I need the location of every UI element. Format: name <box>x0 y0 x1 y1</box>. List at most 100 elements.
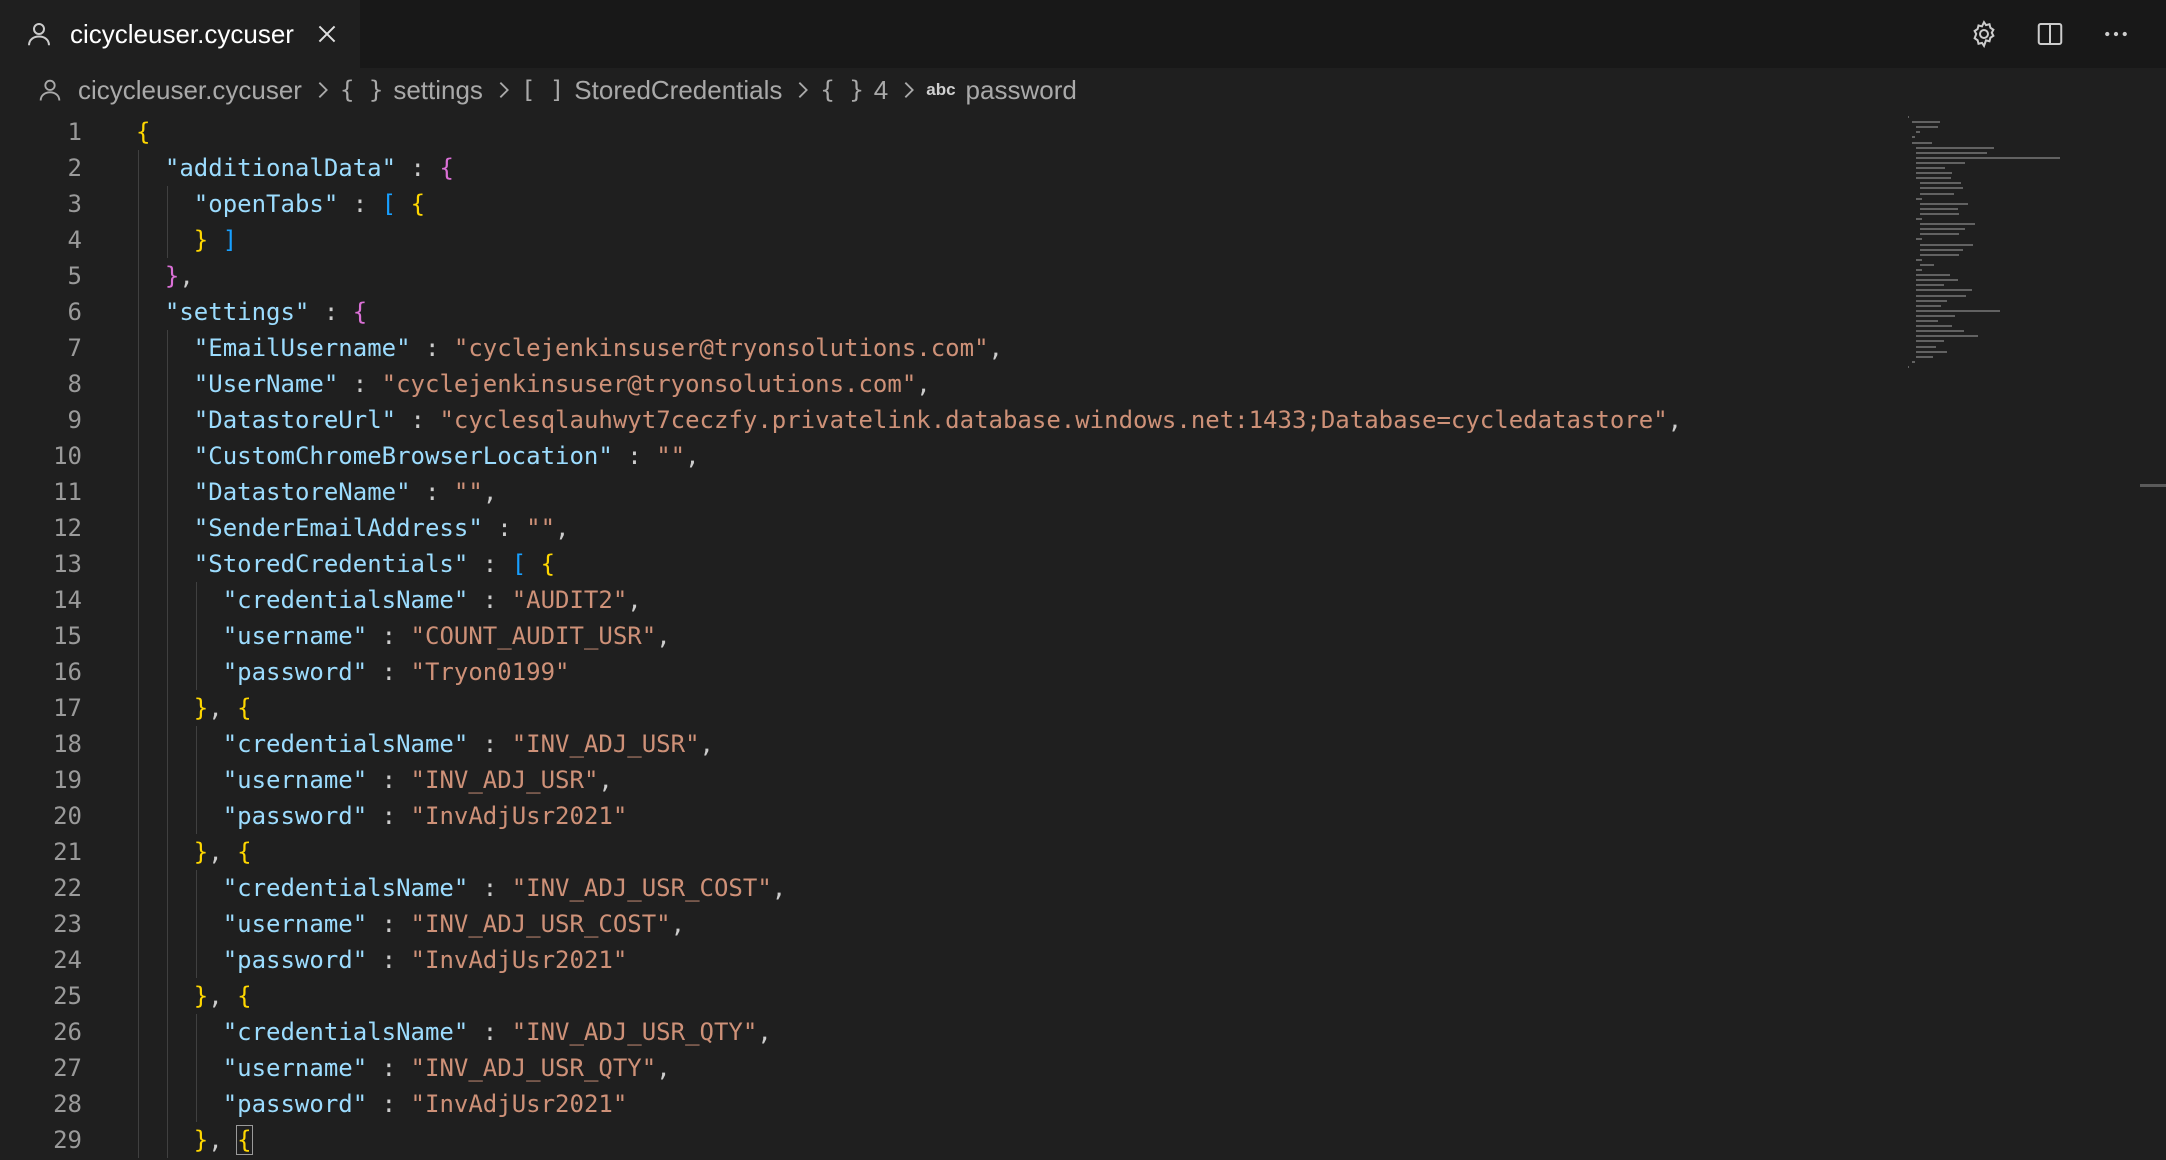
code-line[interactable]: 17}, { <box>0 690 1900 726</box>
code-line[interactable]: 14 "credentialsName" : "AUDIT2", <box>0 582 1900 618</box>
code-line[interactable]: 10 "CustomChromeBrowserLocation" : "", <box>0 438 1900 474</box>
code-text: "username" : "INV_ADJ_USR_COST", <box>223 906 685 942</box>
code-line[interactable]: 23 "username" : "INV_ADJ_USR_COST", <box>0 906 1900 942</box>
code-token: "INV_ADJ_USR_COST" <box>511 874 772 902</box>
code-line[interactable]: 28 "password" : "InvAdjUsr2021" <box>0 1086 1900 1122</box>
code-token: "INV_ADJ_USR_COST" <box>410 910 671 938</box>
code-token: , <box>670 910 686 938</box>
code-line[interactable]: 24 "password" : "InvAdjUsr2021" <box>0 942 1900 978</box>
code-token: } <box>164 262 180 290</box>
code-token: } <box>193 694 209 722</box>
code-token: { <box>237 982 252 1010</box>
tab-cicycleuser[interactable]: cicycleuser.cycuser <box>0 0 360 68</box>
minimap-line <box>1916 161 1965 164</box>
code-line[interactable]: 5}, <box>0 258 1900 294</box>
code-token: "DatastoreUrl" <box>193 406 397 434</box>
tab-label: cicycleuser.cycuser <box>70 18 294 49</box>
breadcrumb-item-4[interactable]: { } 4 <box>820 75 888 106</box>
minimap-line <box>1916 335 1978 338</box>
code-token: : <box>367 766 411 794</box>
code-line[interactable]: 20 "password" : "InvAdjUsr2021" <box>0 798 1900 834</box>
code-line[interactable]: 11 "DatastoreName" : "", <box>0 474 1900 510</box>
minimap-line <box>1912 141 1932 144</box>
code-token: "DatastoreName" <box>193 478 411 506</box>
code-token: , <box>482 478 498 506</box>
scrollbar-thumb[interactable] <box>2140 484 2166 487</box>
breadcrumb-item-storedcredentials[interactable]: [ ] StoredCredentials <box>521 75 782 106</box>
indent-guide <box>138 150 139 1158</box>
code-token: : <box>367 1090 411 1118</box>
code-token: , <box>916 370 931 398</box>
code-line[interactable]: 4} ] <box>0 222 1900 258</box>
code-line[interactable]: 9 "DatastoreUrl" : "cyclesqlauhwyt7ceczfy… <box>0 402 1900 438</box>
minimap-line <box>1916 320 1939 322</box>
gear-icon <box>1973 20 1995 49</box>
code-line[interactable]: 13 "StoredCredentials" : [ { <box>0 546 1900 582</box>
line-number: 10 <box>53 442 82 470</box>
code-text: { <box>136 114 150 150</box>
array-symbol-icon: [ ] <box>520 76 565 104</box>
code-line[interactable]: 22 "credentialsName" : "INV_ADJ_USR_COST"… <box>0 870 1900 906</box>
code-line[interactable]: 8 "UserName" : "cyclejenkinsuser@tryonsol… <box>0 366 1900 402</box>
code-token: "CustomChromeBrowserLocation" <box>193 442 613 470</box>
code-line[interactable]: 3 "openTabs" : [ { <box>0 186 1900 222</box>
code-line[interactable]: 6 "settings" : { <box>0 294 1900 330</box>
line-number: 13 <box>53 550 82 578</box>
code-line[interactable]: 19 "username" : "INV_ADJ_USR", <box>0 762 1900 798</box>
code-token: "cyclejenkinsuser@tryonsolutions.com" <box>381 370 917 398</box>
code-line[interactable]: 21}, { <box>0 834 1900 870</box>
code-line[interactable]: 12 "SenderEmailAddress" : "", <box>0 510 1900 546</box>
minimap[interactable] <box>1900 112 2140 372</box>
code-text: "username" : "INV_ADJ_USR_QTY", <box>223 1050 671 1086</box>
code-token: "StoredCredentials" <box>193 550 469 578</box>
code-text: "username" : "COUNT_AUDIT_USR", <box>223 618 671 654</box>
code-token: "openTabs" <box>193 190 339 218</box>
code-line[interactable]: 2 "additionalData" : { <box>0 150 1900 186</box>
code-line[interactable]: 1{ <box>0 114 1900 150</box>
code-token: , <box>179 262 194 290</box>
code-token: "InvAdjUsr2021" <box>410 1090 628 1118</box>
minimap-line <box>1920 248 1964 251</box>
code-token: , <box>627 586 642 614</box>
code-token: { <box>237 694 252 722</box>
breadcrumb-item-file[interactable]: cicycleuser.cycuser <box>0 75 302 106</box>
code-line[interactable]: 27 "username" : "INV_ADJ_USR_QTY", <box>0 1050 1900 1086</box>
code-token: "credentialsName" <box>222 730 469 758</box>
close-icon[interactable] <box>314 21 340 47</box>
code-line[interactable]: 16 "password" : "Tryon0199" <box>0 654 1900 690</box>
more-actions-button[interactable] <box>2096 14 2136 54</box>
breadcrumb-label: cicycleuser.cycuser <box>78 74 302 105</box>
code-line[interactable]: 15 "username" : "COUNT_AUDIT_USR", <box>0 618 1900 654</box>
code-line[interactable]: 26 "credentialsName" : "INV_ADJ_USR_QTY", <box>0 1014 1900 1050</box>
settings-button[interactable] <box>1964 14 2004 54</box>
breadcrumb-item-password[interactable]: abc password <box>926 75 1077 106</box>
code-text: "credentialsName" : "INV_ADJ_USR_COST", <box>223 870 787 906</box>
line-number: 22 <box>53 874 82 902</box>
code-line[interactable]: 29}, { <box>0 1122 1900 1158</box>
code-token: : <box>396 154 440 182</box>
line-number: 12 <box>53 514 82 542</box>
code-editor[interactable]: 1{2 "additionalData" : {3 "openTabs" : [ {… <box>0 112 2166 1160</box>
minimap-line <box>1912 136 1915 139</box>
code-token: , <box>656 1054 671 1082</box>
code-token: ] <box>222 226 238 254</box>
code-token: "COUNT_AUDIT_USR" <box>410 622 657 650</box>
code-text: "CustomChromeBrowserLocation" : "", <box>194 438 700 474</box>
code-token: "UserName" <box>193 370 339 398</box>
minimap-line <box>1916 126 1939 129</box>
code-line[interactable]: 7 "EmailUsername" : "cyclejenkinsuser@try… <box>0 330 1900 366</box>
code-line[interactable]: 18 "credentialsName" : "INV_ADJ_USR", <box>0 726 1900 762</box>
line-number: 20 <box>53 802 82 830</box>
split-editor-button[interactable] <box>2030 14 2070 54</box>
line-number: 6 <box>67 298 82 326</box>
code-token: "username" <box>222 910 368 938</box>
breadcrumb-item-settings[interactable]: { } settings <box>340 75 483 106</box>
minimap-line <box>1908 116 1910 118</box>
code-token: "INV_ADJ_USR" <box>511 730 700 758</box>
code-token: } <box>193 1126 209 1154</box>
code-token: "Tryon0199" <box>410 658 570 686</box>
line-number: 24 <box>53 946 82 974</box>
minimap-line <box>1920 263 1934 266</box>
code-line[interactable]: 25}, { <box>0 978 1900 1014</box>
